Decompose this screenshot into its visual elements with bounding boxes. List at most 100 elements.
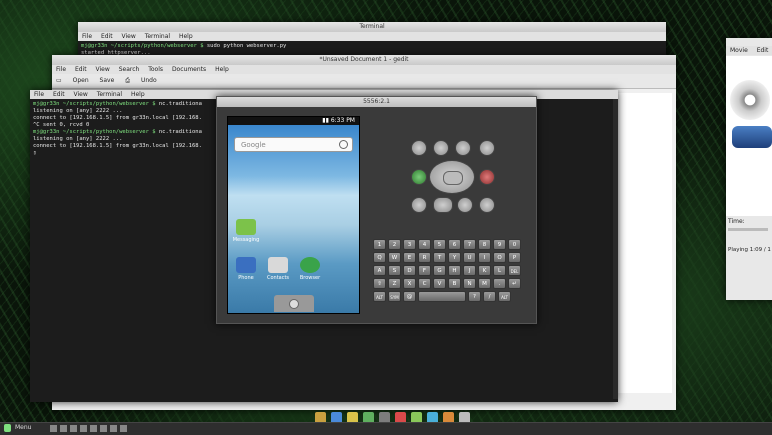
end-call-button[interactable] [479, 169, 495, 185]
delete-key[interactable]: DEL [508, 265, 521, 276]
menu-button[interactable] [433, 197, 453, 213]
menu-edit[interactable]: Edit [53, 91, 65, 98]
key[interactable]: 5 [433, 239, 446, 250]
key[interactable]: S [388, 265, 401, 276]
search-icon[interactable] [479, 197, 495, 213]
key[interactable]: V [433, 278, 446, 289]
gedit-menu-documents[interactable]: Documents [172, 66, 206, 73]
key[interactable]: J [463, 265, 476, 276]
menu-file[interactable]: File [34, 91, 44, 98]
key[interactable]: A [373, 265, 386, 276]
menu-edit[interactable]: Edit [101, 33, 113, 40]
key[interactable]: 7 [463, 239, 476, 250]
sym-key[interactable]: SYM [388, 291, 401, 302]
key[interactable]: 9 [493, 239, 506, 250]
messaging-icon[interactable] [236, 219, 256, 235]
key[interactable]: U [463, 252, 476, 263]
gedit-menu-view[interactable]: View [96, 66, 110, 73]
key[interactable]: Q [373, 252, 386, 263]
undo-button[interactable]: Undo [141, 77, 157, 84]
camera-icon[interactable] [411, 140, 427, 156]
player-menu-edit[interactable]: Edit [757, 47, 769, 54]
home-icon[interactable] [411, 197, 427, 213]
key[interactable]: Z [388, 278, 401, 289]
menu-view[interactable]: View [74, 91, 88, 98]
gedit-menu-tools[interactable]: Tools [148, 66, 163, 73]
key[interactable]: 3 [403, 239, 416, 250]
browser-icon[interactable] [300, 257, 320, 273]
open-button[interactable]: Open [73, 77, 89, 84]
shift-key[interactable]: ⇧ [373, 278, 386, 289]
menu-terminal[interactable]: Terminal [145, 33, 170, 40]
phone-icon[interactable] [236, 257, 256, 273]
new-doc-icon[interactable]: ▭ [56, 77, 62, 84]
key[interactable]: O [493, 252, 506, 263]
gedit-titlebar[interactable]: *Unsaved Document 1 - gedit [52, 55, 676, 65]
volume-up-icon[interactable] [455, 140, 471, 156]
gedit-text-area[interactable] [612, 93, 672, 393]
key[interactable]: P [508, 252, 521, 263]
gedit-menu-search[interactable]: Search [119, 66, 140, 73]
key[interactable]: N [463, 278, 476, 289]
enter-key[interactable]: ↵ [508, 278, 521, 289]
key[interactable]: 6 [448, 239, 461, 250]
key[interactable]: 2 [388, 239, 401, 250]
player-seek-bar[interactable] [728, 228, 768, 231]
key[interactable]: @ [403, 291, 416, 302]
key[interactable]: 4 [418, 239, 431, 250]
menu-help[interactable]: Help [179, 33, 193, 40]
key[interactable]: 8 [478, 239, 491, 250]
panel-launcher-icons[interactable] [50, 425, 130, 432]
key[interactable]: Y [448, 252, 461, 263]
player-menu-movie[interactable]: Movie [730, 47, 748, 54]
menu-help[interactable]: Help [131, 91, 145, 98]
key[interactable]: / [483, 291, 496, 302]
back-icon[interactable] [457, 197, 473, 213]
save-button[interactable]: Save [100, 77, 115, 84]
terminal-top-titlebar[interactable]: Terminal [78, 22, 666, 32]
call-button[interactable] [411, 169, 427, 185]
menu-button[interactable]: Menu [15, 424, 31, 431]
gedit-menu-file[interactable]: File [56, 66, 66, 73]
dpad-center-button[interactable] [443, 171, 463, 185]
key[interactable]: ? [468, 291, 481, 302]
alt-key[interactable]: ALT [498, 291, 511, 302]
key[interactable]: . [493, 278, 506, 289]
key[interactable]: 1 [373, 239, 386, 250]
android-home-screen[interactable]: ▮▮ 6:33 PM Google Messaging Phone Contac… [228, 117, 359, 313]
key[interactable]: 0 [508, 239, 521, 250]
menu-terminal[interactable]: Terminal [97, 91, 122, 98]
app-drawer-tab[interactable] [274, 295, 314, 312]
contacts-icon[interactable] [268, 257, 288, 273]
emulator-titlebar[interactable]: 5556:2.1 [217, 97, 536, 107]
search-icon[interactable] [339, 140, 348, 149]
key[interactable]: F [418, 265, 431, 276]
space-key[interactable] [418, 291, 466, 302]
gedit-menu-edit[interactable]: Edit [75, 66, 87, 73]
key[interactable]: K [478, 265, 491, 276]
key[interactable]: M [478, 278, 491, 289]
key[interactable]: R [418, 252, 431, 263]
power-icon[interactable] [479, 140, 495, 156]
key[interactable]: E [403, 252, 416, 263]
key[interactable]: G [433, 265, 446, 276]
key[interactable]: I [478, 252, 491, 263]
gedit-menu-help[interactable]: Help [215, 66, 229, 73]
menu-view[interactable]: View [122, 33, 136, 40]
key[interactable]: T [433, 252, 446, 263]
key[interactable]: B [448, 278, 461, 289]
print-icon[interactable]: ⎙ [125, 77, 130, 84]
volume-down-icon[interactable] [433, 140, 449, 156]
menu-icon[interactable] [4, 424, 11, 432]
key[interactable]: L [493, 265, 506, 276]
key[interactable]: H [448, 265, 461, 276]
key[interactable]: X [403, 278, 416, 289]
key[interactable]: W [388, 252, 401, 263]
media-player-window[interactable]: Movie Edit Time: Playing 1:09 / 1 [726, 38, 772, 300]
key[interactable]: C [418, 278, 431, 289]
key[interactable]: D [403, 265, 416, 276]
google-search-widget[interactable]: Google [234, 137, 353, 152]
menu-file[interactable]: File [82, 33, 92, 40]
dpad-control[interactable] [429, 160, 475, 194]
alt-key[interactable]: ALT [373, 291, 386, 302]
